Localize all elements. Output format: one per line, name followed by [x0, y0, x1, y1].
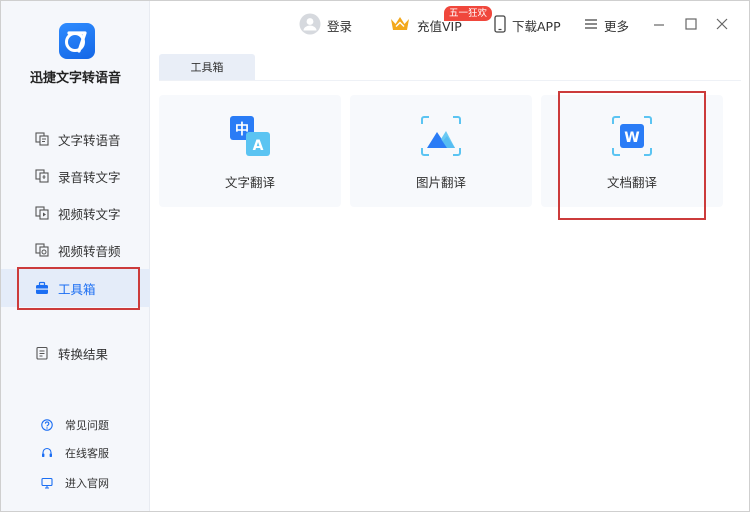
highlight-box-document-translate — [558, 91, 706, 220]
monitor-icon — [41, 477, 53, 489]
video-to-text-icon — [35, 206, 49, 220]
maximize-icon — [685, 18, 697, 30]
conversion-result-icon — [35, 346, 49, 360]
help-label: 常见问题 — [65, 419, 109, 432]
text-to-speech-icon — [35, 132, 49, 146]
menu-icon — [584, 18, 598, 33]
help-official-site[interactable]: 进入官网 — [1, 472, 150, 494]
tab-toolbox[interactable]: 工具箱 — [159, 54, 255, 80]
more-label: 更多 — [604, 18, 630, 34]
close-button[interactable] — [714, 16, 730, 32]
sidebar-item-text-to-speech[interactable]: 文字转语音 — [1, 121, 150, 157]
download-app-button[interactable]: 下载APP — [494, 13, 561, 37]
tool-card-text-translate[interactable]: 中 A 文字翻译 — [159, 95, 341, 207]
sidebar-item-label: 转换结果 — [58, 346, 109, 362]
close-icon — [716, 18, 728, 30]
app-logo — [59, 23, 95, 59]
text-translate-icon: 中 A — [228, 114, 272, 158]
tool-card-image-translate[interactable]: 图片翻译 — [350, 95, 532, 207]
sidebar-item-video-to-audio[interactable]: 视频转音频 — [1, 232, 150, 268]
highlight-box-toolbox — [17, 267, 140, 310]
promo-badge: 五一狂欢 — [444, 6, 493, 21]
login-label: 登录 — [327, 18, 353, 34]
phone-icon — [494, 14, 506, 36]
minimize-icon — [654, 24, 664, 26]
svg-text:A: A — [253, 138, 264, 154]
sidebar-item-label: 录音转文字 — [58, 169, 121, 185]
app-name: 迅捷文字转语音 — [29, 71, 121, 86]
app-window: 迅捷文字转语音 文字转语音 录音转文字 视频转文字 视频转音频 工具箱 转换结果… — [0, 0, 750, 512]
help-label: 在线客服 — [65, 447, 109, 460]
maximize-button[interactable] — [683, 16, 699, 32]
sidebar-item-label: 视频转文字 — [58, 206, 121, 222]
help-faq[interactable]: 常见问题 — [1, 414, 150, 436]
sidebar-item-label: 视频转音频 — [58, 243, 121, 259]
sidebar-item-recording-to-text[interactable]: 录音转文字 — [1, 158, 150, 194]
sidebar-item-label: 文字转语音 — [58, 132, 121, 148]
video-to-audio-icon — [35, 243, 49, 257]
login-button[interactable]: 登录 — [299, 13, 352, 37]
sidebar-item-conversion-result[interactable]: 转换结果 — [1, 335, 150, 371]
user-avatar-icon — [299, 13, 321, 38]
crown-icon — [389, 15, 411, 36]
more-menu-button[interactable]: 更多 — [584, 13, 629, 37]
help-label: 进入官网 — [65, 477, 109, 490]
question-icon — [41, 419, 53, 431]
download-label: 下载APP — [512, 18, 561, 34]
image-translate-icon — [419, 114, 463, 158]
tool-label: 文字翻译 — [224, 175, 275, 190]
tab-divider — [159, 80, 741, 81]
help-online-service[interactable]: 在线客服 — [1, 442, 150, 464]
minimize-button[interactable] — [651, 16, 667, 32]
tool-label: 图片翻译 — [415, 175, 466, 190]
recording-to-text-icon — [35, 169, 49, 183]
sidebar: 迅捷文字转语音 文字转语音 录音转文字 视频转文字 视频转音频 工具箱 转换结果… — [1, 1, 150, 511]
headset-icon — [41, 447, 53, 459]
sidebar-item-video-to-text[interactable]: 视频转文字 — [1, 195, 150, 231]
